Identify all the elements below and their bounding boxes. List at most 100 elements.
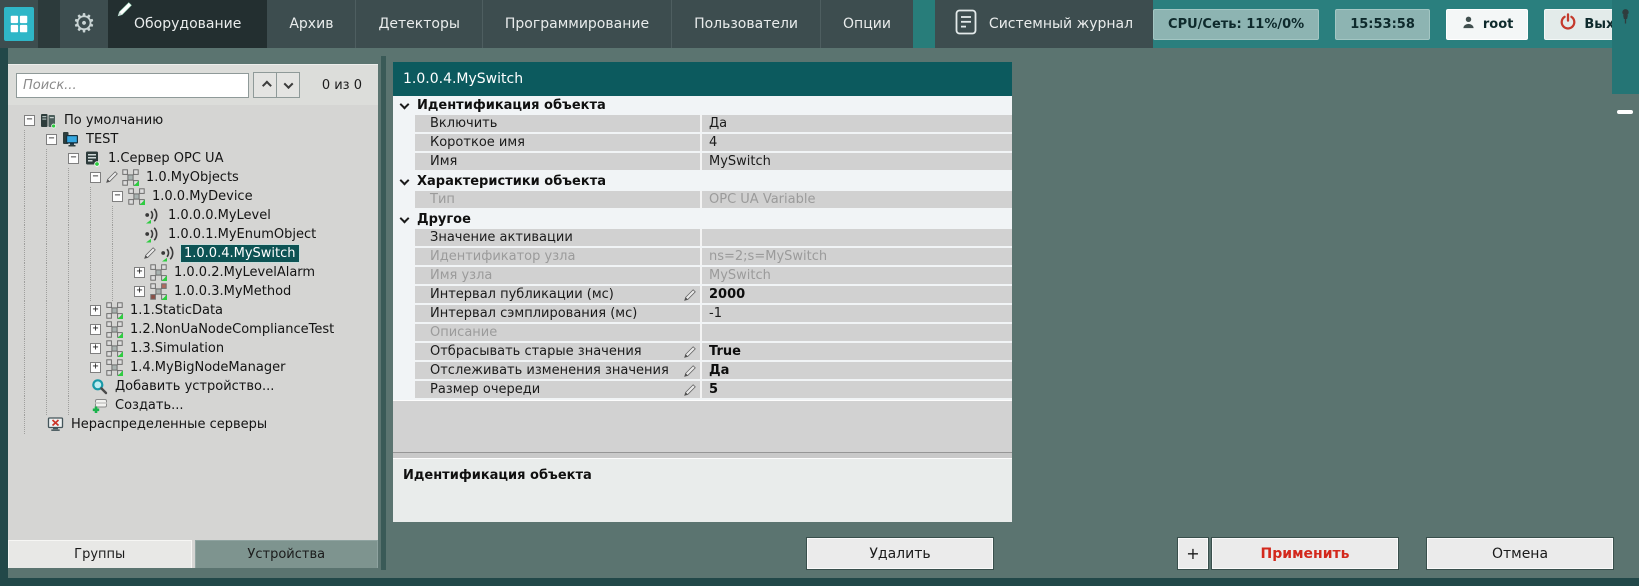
tree-guide — [90, 263, 112, 282]
property-value[interactable] — [702, 229, 1012, 246]
chevron-down-icon — [283, 79, 293, 89]
tree-guide — [68, 358, 90, 377]
search-prev-button[interactable] — [253, 72, 277, 98]
property-value[interactable]: 5 — [702, 381, 1012, 398]
tree-guide — [24, 415, 46, 434]
collapse-expander-icon[interactable]: − — [90, 172, 101, 183]
tree-item-label: Создать... — [112, 397, 187, 414]
pin-icon[interactable] — [1618, 8, 1633, 29]
property-section-row[interactable]: Характеристики объекта — [393, 172, 1012, 191]
expand-expander-icon[interactable]: + — [90, 362, 101, 373]
tree-guide — [24, 320, 46, 339]
panel-collapse-handle[interactable] — [1617, 110, 1633, 114]
tree-item[interactable]: −TEST — [8, 130, 378, 149]
tree-item-label: 1.0.0.4.MySwitch — [181, 245, 299, 262]
tree-item-label: 1.0.0.1.MyEnumObject — [165, 226, 319, 243]
property-label: Размер очереди — [415, 381, 702, 398]
expand-expander-icon[interactable]: + — [134, 286, 145, 297]
property-row-gutter — [393, 248, 415, 265]
tree-item[interactable]: 1.0.0.1.MyEnumObject — [8, 225, 378, 244]
tree-item[interactable]: −1.0.0.MyDevice — [8, 187, 378, 206]
property-row-gutter — [393, 381, 415, 398]
power-icon — [1559, 13, 1577, 35]
expand-expander-icon[interactable]: + — [90, 343, 101, 354]
tree-tab-groups[interactable]: Группы — [8, 540, 192, 568]
property-row: Интервал сэмплирования (мс)-1 — [393, 305, 1012, 324]
tree-item[interactable]: +1.0.0.2.MyLevelAlarm — [8, 263, 378, 282]
search-input[interactable] — [16, 73, 249, 98]
property-section-row[interactable]: Идентификация объекта — [393, 96, 1012, 115]
tree-item[interactable]: Нераспределенные серверы — [8, 415, 378, 434]
collapse-expander-icon[interactable]: − — [112, 191, 123, 202]
tree-guide — [24, 396, 46, 415]
property-label-text: Идентификатор узла — [430, 249, 575, 264]
apply-button[interactable]: Применить — [1212, 538, 1398, 569]
tree-guide — [24, 282, 46, 301]
tree-item[interactable]: 1.0.0.4.MySwitch — [8, 244, 378, 263]
property-value[interactable]: 2000 — [702, 286, 1012, 303]
signal-icon — [144, 226, 161, 243]
collapse-expander-icon[interactable]: − — [68, 153, 79, 164]
tree-guide — [46, 396, 68, 415]
add-button[interactable]: + — [1178, 538, 1208, 569]
property-label-text: Описание — [430, 325, 497, 340]
tree-guide — [112, 206, 134, 225]
tree-item[interactable]: −1.0.MyObjects — [8, 168, 378, 187]
tree-item[interactable]: −1.Сервер OPC UA — [8, 149, 378, 168]
tree-item[interactable]: +1.0.0.3.MyMethod — [8, 282, 378, 301]
collapse-expander-icon[interactable]: − — [46, 134, 57, 145]
tree-item[interactable]: −По умолчанию — [8, 111, 378, 130]
property-row-gutter — [393, 134, 415, 151]
description-splitter[interactable] — [393, 452, 1012, 459]
topbar-tab[interactable]: Пользователи — [671, 0, 820, 48]
property-label-text: Размер очереди — [430, 382, 540, 397]
tree-guide — [24, 339, 46, 358]
node-icon — [128, 188, 145, 205]
tree-guide — [24, 377, 46, 396]
topbar-tab[interactable]: Программирование — [482, 0, 671, 48]
topbar-tab[interactable]: Детекторы — [355, 0, 481, 48]
tree-guide — [112, 282, 134, 301]
property-value[interactable]: -1 — [702, 305, 1012, 322]
property-grid-filler — [393, 400, 1012, 452]
property-value[interactable]: Да — [702, 362, 1012, 379]
cpu-network-indicator[interactable]: CPU/Сеть: 11%/0% — [1153, 9, 1319, 40]
tree-item[interactable]: Добавить устройство... — [8, 377, 378, 396]
search-next-button[interactable] — [276, 72, 300, 98]
expand-expander-icon[interactable]: + — [90, 305, 101, 316]
property-value[interactable]: MySwitch — [702, 153, 1012, 170]
window-edge-left — [0, 48, 8, 586]
expand-expander-icon[interactable]: + — [90, 324, 101, 335]
tree-item[interactable]: +1.3.Simulation — [8, 339, 378, 358]
panel-splitter[interactable] — [381, 56, 386, 570]
tree-item[interactable]: Создать... — [8, 396, 378, 415]
tree-guide — [24, 130, 46, 149]
layouts-button[interactable] — [0, 0, 38, 48]
tree-guide — [68, 225, 90, 244]
property-value[interactable]: Да — [702, 115, 1012, 132]
property-label-text: Интервал публикации (мс) — [430, 287, 614, 302]
tree-item[interactable]: +1.4.MyBigNodeManager — [8, 358, 378, 377]
property-value: OPC UA Variable — [702, 191, 1012, 208]
cancel-button[interactable]: Отмена — [1427, 538, 1613, 569]
tree-item[interactable]: +1.2.NonUaNodeComplianceTest — [8, 320, 378, 339]
property-label-text: Отбрасывать старые значения — [430, 344, 642, 359]
tree-tab-devices[interactable]: Устройства — [195, 540, 379, 568]
topbar-tab[interactable]: Архив — [267, 0, 355, 48]
topbar-tab[interactable]: Опции — [820, 0, 913, 48]
property-value[interactable]: 4 — [702, 134, 1012, 151]
property-value[interactable]: True — [702, 343, 1012, 360]
property-value: ns=2;s=MySwitch — [702, 248, 1012, 265]
collapse-expander-icon[interactable]: − — [24, 115, 35, 126]
expand-expander-icon[interactable]: + — [134, 267, 145, 278]
property-row-gutter — [393, 362, 415, 379]
settings-gear-button[interactable]: ⚙ — [60, 0, 108, 48]
delete-button[interactable]: Удалить — [807, 538, 993, 569]
property-section-row[interactable]: Другое — [393, 210, 1012, 229]
user-button[interactable]: root — [1446, 9, 1529, 40]
tree-item[interactable]: 1.0.0.0.MyLevel — [8, 206, 378, 225]
property-row: Идентификатор узла ns=2;s=MySwitch — [393, 248, 1012, 267]
tree-item[interactable]: +1.1.StaticData — [8, 301, 378, 320]
system-journal-button[interactable]: Системный журнал — [935, 0, 1153, 48]
tree-guide — [24, 358, 46, 377]
